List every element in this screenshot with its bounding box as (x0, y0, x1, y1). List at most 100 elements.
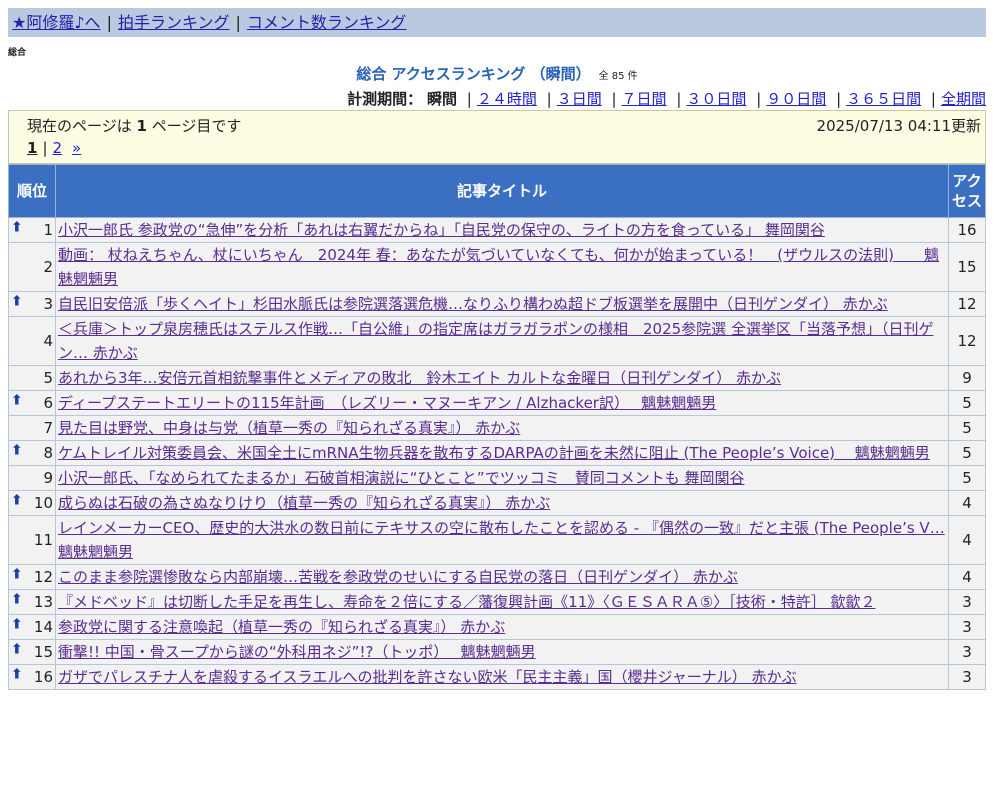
access-count: 3 (948, 589, 986, 615)
up-arrow-icon: ⬆ (11, 293, 23, 310)
pager-current: 1 (27, 139, 38, 157)
up-arrow-icon: ⬆ (11, 666, 23, 683)
rank-number: 8 (43, 444, 53, 462)
home-link[interactable]: ★阿修羅♪へ (12, 13, 101, 32)
period-7d-link[interactable]: ７日間 (622, 90, 667, 108)
title-cell: あれから3年…安倍元首相銃撃事件とメディアの敗北 鈴木エイト カルトな金曜日（日… (55, 365, 949, 391)
rank-number: 14 (33, 618, 53, 636)
rank-cell: ⬆ 14 (8, 614, 56, 640)
access-count: 5 (948, 440, 986, 466)
rank-cell: ⬆ 16 (8, 664, 56, 690)
up-arrow-icon: ⬆ (11, 616, 23, 633)
up-arrow-icon: ⬆ (11, 591, 23, 608)
period-label: 計測期間： (347, 90, 423, 108)
period-24h-link[interactable]: ２４時間 (477, 90, 537, 108)
table-row: 2 動画： 杖ねえちゃん、杖にいちゃん 2024年 春：あなたが気づいていなくても… (8, 242, 986, 292)
article-link[interactable]: 自民旧安倍派「歩くヘイト」杉田水脈氏は参院選落選危機…なりふり構わぬ超ドブ板選挙… (58, 295, 888, 313)
access-count: 5 (948, 415, 986, 441)
article-link[interactable]: 参政党に関する注意喚起（植草一秀の『知られざる真実』） 赤かぶ (58, 618, 505, 636)
table-row: ⬆ 1 小沢一郎氏 参政党の“急伸”を分析「あれは右翼だからね」「自民党の保守の、ラ… (8, 217, 986, 243)
page-title: 総合 アクセスランキング （瞬間） 全 85 件 (0, 63, 994, 84)
article-link[interactable]: このまま参院選惨敗なら内部崩壊…苦戦を参政党のせいにする自民党の落日（日刊ゲンダ… (58, 568, 738, 586)
rank-number: 16 (33, 668, 53, 686)
total-count: 全 85 件 (598, 71, 638, 82)
title-cell: ケムトレイル対策委員会、米国全土にmRNA生物兵器を散布するDARPAの計画を未… (55, 440, 949, 466)
table-row: ⬆ 8 ケムトレイル対策委員会、米国全土にmRNA生物兵器を散布するDARPAの計画… (8, 440, 986, 466)
header-title: 記事タイトル (55, 164, 949, 218)
rank-cell: 7 (8, 415, 56, 441)
rank-cell: ⬆ 13 (8, 589, 56, 615)
access-count: 5 (948, 390, 986, 416)
article-link[interactable]: ディープステートエリートの115年計画 （レズリー・マヌーキアン / Alzha… (58, 394, 716, 412)
article-link[interactable]: ＜兵庫＞トップ泉房穂氏はステルス作戦…「自公維」の指定席はガラガラポンの様相 2… (58, 320, 933, 362)
pager-page-2[interactable]: 2 (53, 139, 63, 157)
table-row: ⬆ 3 自民旧安倍派「歩くヘイト」杉田水脈氏は参院選落選危機…なりふり構わぬ超ドブ板… (8, 291, 986, 317)
title-cell: 小沢一郎氏 参政党の“急伸”を分析「あれは右翼だからね」「自民党の保守の、ライト… (55, 217, 949, 243)
table-row: 9 小沢一郎氏、「なめられてたまるか」石破首相演説に“ひとこと”でツッコミ 賛同コ… (8, 465, 986, 491)
rank-cell: ⬆ 3 (8, 291, 56, 317)
article-link[interactable]: 動画： 杖ねえちゃん、杖にいちゃん 2024年 春：あなたが気づいていなくても、… (58, 246, 939, 288)
rank-number: 6 (43, 394, 53, 412)
article-link[interactable]: あれから3年…安倍元首相銃撃事件とメディアの敗北 鈴木エイト カルトな金曜日（日… (58, 369, 781, 387)
period-30d-link[interactable]: ３０日間 (686, 90, 746, 108)
access-count: 3 (948, 639, 986, 665)
period-90d-link[interactable]: ９０日間 (766, 90, 826, 108)
access-count: 9 (948, 365, 986, 391)
rank-number: 2 (43, 258, 53, 276)
category-label: 総合 (8, 48, 27, 58)
access-count: 12 (948, 316, 986, 366)
article-link[interactable]: 小沢一郎氏 参政党の“急伸”を分析「あれは右翼だからね」「自民党の保守の、ライト… (58, 221, 825, 239)
title-cell: 小沢一郎氏、「なめられてたまるか」石破首相演説に“ひとこと”でツッコミ 賛同コメ… (55, 465, 949, 491)
header-rank: 順位 (8, 164, 56, 218)
title-cell: 成らぬは石破の為さぬなりけり（植草一秀の『知られざる真実』） 赤かぶ (55, 490, 949, 516)
article-link[interactable]: レインメーカーCEO、歴史的大洪水の数日前にテキサスの空に散布したことを認める … (58, 519, 945, 561)
access-count: 16 (948, 217, 986, 243)
table-row: ⬆ 12 このまま参院選惨敗なら内部崩壊…苦戦を参政党のせいにする自民党の落日（日刊… (8, 564, 986, 590)
period-selector: 計測期間： 瞬間 | ２４時間 | ３日間 | ７日間 | ３０日間 | ９０日間 | ３６… (347, 90, 986, 108)
article-link[interactable]: ガザでパレスチナ人を虐殺するイスラエルへの批判を許さない欧米「民主主義」国（櫻井… (58, 668, 797, 686)
article-link[interactable]: 見た目は野党、中身は与党（植草一秀の『知られざる真実』） 赤かぶ (58, 419, 520, 437)
rank-number: 9 (43, 469, 53, 487)
table-header-row: 順位 記事タイトル アクセス (8, 164, 986, 218)
article-link[interactable]: 衝撃!! 中国・骨スープから謎の“外科用ネジ”!?（トッポ） 魑魅魍魎男 (58, 643, 536, 661)
access-count: 3 (948, 664, 986, 690)
title-cell: ディープステートエリートの115年計画 （レズリー・マヌーキアン / Alzha… (55, 390, 949, 416)
rank-number: 13 (33, 593, 53, 611)
up-arrow-icon: ⬆ (11, 219, 23, 236)
title-cell: このまま参院選惨敗なら内部崩壊…苦戦を参政党のせいにする自民党の落日（日刊ゲンダ… (55, 564, 949, 590)
access-count: 4 (948, 564, 986, 590)
article-link[interactable]: 『メドベッド』は切断した手足を再生し、寿命を２倍にする／藩復興計画《11》〈ＧＥ… (58, 593, 875, 611)
rank-number: 3 (43, 295, 53, 313)
rank-number: 15 (33, 643, 53, 661)
nav-separator: | (235, 13, 241, 32)
period-365d-link[interactable]: ３６５日間 (846, 90, 921, 108)
article-link[interactable]: 小沢一郎氏、「なめられてたまるか」石破首相演説に“ひとこと”でツッコミ 賛同コメ… (58, 469, 744, 487)
comment-ranking-link[interactable]: コメント数ランキング (247, 13, 407, 32)
pager-next[interactable]: » (72, 139, 81, 157)
rank-number: 7 (43, 419, 53, 437)
rank-number: 10 (33, 494, 53, 512)
rank-cell: 2 (8, 242, 56, 292)
current-page-number: 1 (136, 117, 147, 135)
rank-number: 12 (33, 568, 53, 586)
rank-number: 5 (43, 369, 53, 387)
period-3d-link[interactable]: ３日間 (557, 90, 602, 108)
rank-cell: 9 (8, 465, 56, 491)
title-cell: ガザでパレスチナ人を虐殺するイスラエルへの批判を許さない欧米「民主主義」国（櫻井… (55, 664, 949, 690)
title-cell: 自民旧安倍派「歩くヘイト」杉田水脈氏は参院選落選危機…なりふり構わぬ超ドブ板選挙… (55, 291, 949, 317)
article-link[interactable]: ケムトレイル対策委員会、米国全土にmRNA生物兵器を散布するDARPAの計画を未… (58, 444, 930, 462)
title-cell: 『メドベッド』は切断した手足を再生し、寿命を２倍にする／藩復興計画《11》〈ＧＥ… (55, 589, 949, 615)
article-link[interactable]: 成らぬは石破の為さぬなりけり（植草一秀の『知られざる真実』） 赤かぶ (58, 494, 550, 512)
ranking-title: 総合 アクセスランキング （瞬間） (356, 65, 591, 83)
rank-number: 11 (33, 531, 53, 549)
table-row: ⬆ 16 ガザでパレスチナ人を虐殺するイスラエルへの批判を許さない欧米「民主主義」国… (8, 664, 986, 690)
rank-cell: ⬆ 6 (8, 390, 56, 416)
access-count: 5 (948, 465, 986, 491)
rank-cell: 4 (8, 316, 56, 366)
rank-cell: ⬆ 15 (8, 639, 56, 665)
clap-ranking-link[interactable]: 拍手ランキング (118, 13, 230, 32)
period-current: 瞬間 (426, 90, 457, 108)
rank-cell: ⬆ 8 (8, 440, 56, 466)
table-row: ⬆ 6 ディープステートエリートの115年計画 （レズリー・マヌーキアン / Alz… (8, 390, 986, 416)
period-all-link[interactable]: 全期間 (941, 90, 986, 108)
